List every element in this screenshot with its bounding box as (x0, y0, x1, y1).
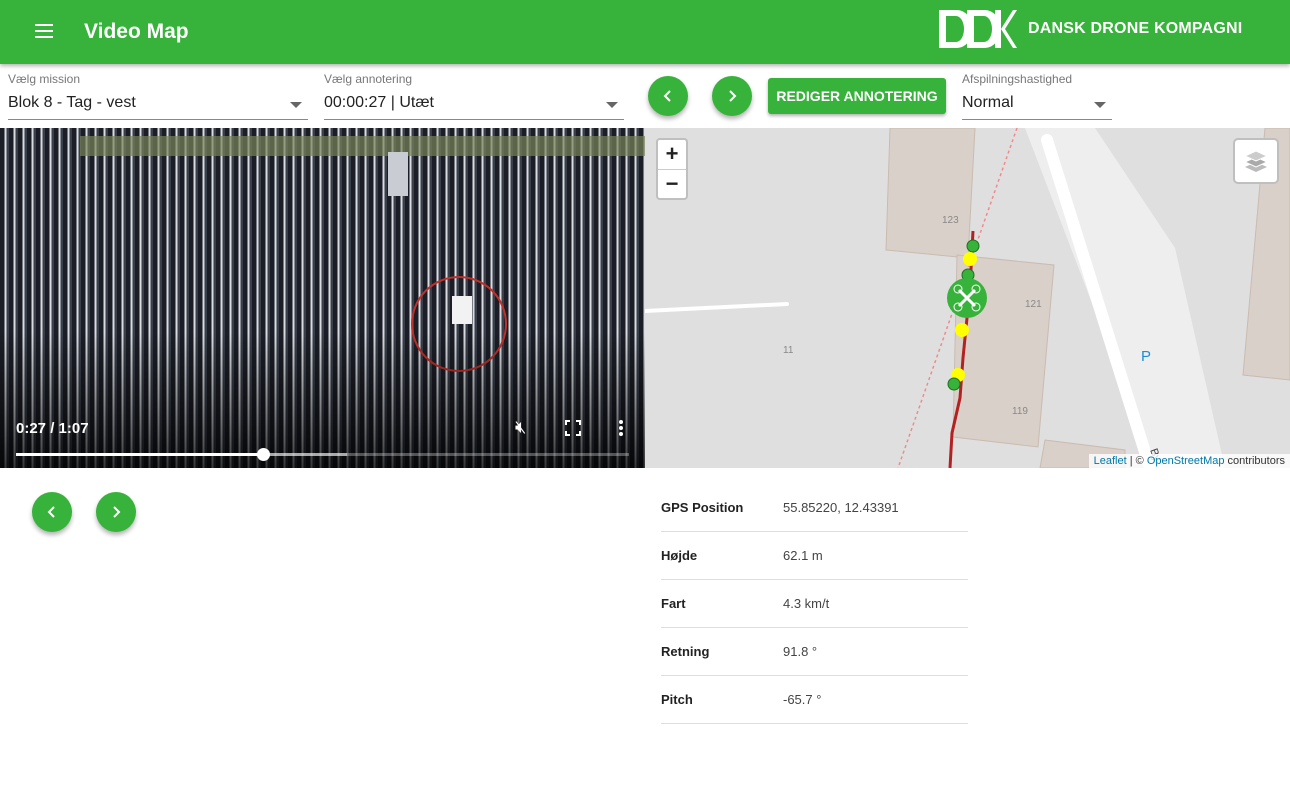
more-options-icon[interactable] (618, 419, 624, 437)
telemetry-row: Fart 4.3 km/t (661, 580, 968, 628)
layers-icon (1243, 150, 1269, 172)
zoom-control: + − (656, 138, 688, 200)
zoom-in-button[interactable]: + (658, 140, 686, 169)
svg-text:P: P (1141, 348, 1151, 365)
dropdown-arrow-icon (290, 102, 302, 108)
layers-button[interactable] (1233, 138, 1279, 184)
app-bar: Video Map DANSK DRONE KOMPAGNI (0, 0, 1290, 64)
osm-link[interactable]: OpenStreetMap (1147, 455, 1225, 467)
chevron-right-icon (113, 506, 121, 518)
fullscreen-icon[interactable] (565, 420, 581, 436)
telemetry-row: Højde 62.1 m (661, 532, 968, 580)
next-annotation-button[interactable] (712, 76, 752, 116)
telemetry-row: Pitch -65.7 ° (661, 676, 968, 724)
zoom-out-button[interactable]: − (658, 169, 686, 198)
map[interactable]: 123 121 119 11 P By + − Leaflet | © Open… (645, 128, 1290, 468)
mission-label: Vælg mission (8, 72, 81, 86)
mission-value: Blok 8 - Tag - vest (8, 94, 136, 111)
telemetry-table: GPS Position 55.85220, 12.43391 Højde 62.1… (661, 484, 968, 724)
menu-icon[interactable] (35, 24, 53, 38)
prev-frame-button[interactable] (32, 492, 72, 532)
chevron-left-icon (47, 506, 55, 518)
playback-speed-select[interactable]: Afspilningshastighed Normal (962, 70, 1112, 120)
played-bar (16, 453, 264, 456)
dropdown-arrow-icon (1094, 102, 1106, 108)
prev-annotation-button[interactable] (648, 76, 688, 116)
svg-text:121: 121 (1025, 299, 1042, 310)
edit-annotation-button[interactable]: REDIGER ANNOTERING (768, 78, 946, 114)
video-seek-bar[interactable] (16, 448, 629, 461)
svg-text:11: 11 (783, 345, 794, 356)
leaflet-link[interactable]: Leaflet (1094, 455, 1127, 467)
mission-select[interactable]: Vælg mission Blok 8 - Tag - vest (8, 70, 308, 120)
video-player[interactable]: 0:27 / 1:07 🔇︎ (0, 128, 645, 468)
dropdown-arrow-icon (606, 102, 618, 108)
drone-marker[interactable] (947, 278, 987, 318)
chevron-right-icon (729, 90, 737, 102)
page-title: Video Map (84, 20, 189, 43)
telemetry-row: Retning 91.8 ° (661, 628, 968, 676)
brand-name: DANSK DRONE KOMPAGNI (1028, 20, 1243, 37)
muted-icon[interactable]: 🔇︎ (515, 417, 526, 438)
speed-value: Normal (962, 94, 1014, 111)
video-time: 0:27 / 1:07 (16, 420, 89, 437)
chevron-left-icon (663, 90, 671, 102)
map-tiles: 123 121 119 11 P By (645, 128, 1290, 468)
annotation-select[interactable]: Vælg annotering 00:00:27 | Utæt (324, 70, 624, 120)
annotation-value: 00:00:27 | Utæt (324, 94, 434, 111)
annotation-label: Vælg annotering (324, 72, 413, 86)
seek-handle[interactable] (257, 448, 271, 461)
map-attribution: Leaflet | © OpenStreetMap contributors (1088, 454, 1290, 468)
house-number: 123 (942, 215, 959, 226)
next-frame-button[interactable] (96, 492, 136, 532)
speed-label: Afspilningshastighed (962, 72, 1073, 86)
svg-text:119: 119 (1012, 406, 1028, 417)
telemetry-row: GPS Position 55.85220, 12.43391 (661, 484, 968, 532)
ddk-logo (939, 10, 1017, 48)
